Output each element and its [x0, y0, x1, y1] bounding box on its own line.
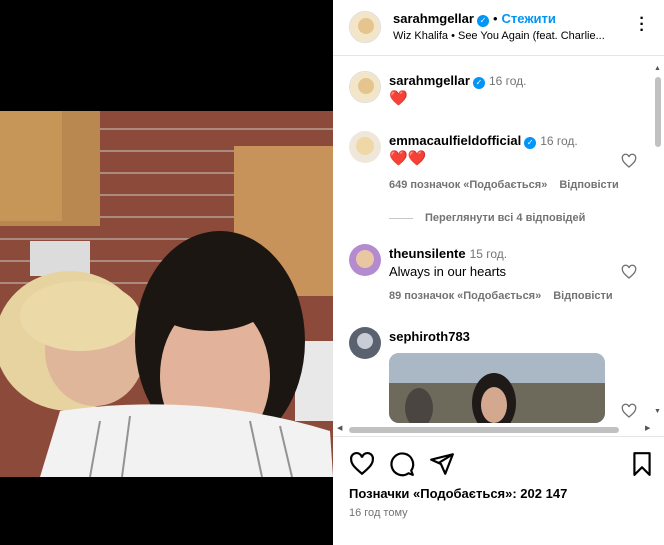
follow-button[interactable]: Стежити: [502, 11, 556, 26]
view-replies-button[interactable]: Переглянути всі 4 відповідей: [389, 212, 585, 224]
verified-icon: ✓: [524, 137, 537, 149]
comment-header: emmacaulfieldofficial ✓ 16 год.: [389, 133, 578, 149]
comment-icon[interactable]: [389, 451, 415, 477]
scroll-down-icon[interactable]: ▼: [654, 408, 661, 415]
comment-username[interactable]: theunsilente: [389, 246, 466, 261]
comment-text: ❤️: [389, 90, 408, 107]
more-icon[interactable]: · · ·: [637, 11, 647, 39]
post-header: sarahmgellar ✓ • Стежити Wiz Khalifa • See …: [333, 0, 664, 56]
comment-likes[interactable]: 649 позначок «Подобається»: [389, 179, 547, 191]
bookmark-icon[interactable]: [629, 451, 655, 477]
comment-header: theunsilente 15 год.: [389, 246, 507, 261]
comment-meta: 89 позначок «Подобається» Відповісти: [389, 290, 625, 302]
share-icon[interactable]: [429, 451, 455, 477]
comment-username[interactable]: sarahmgellar: [389, 73, 470, 88]
comment-text: ❤️❤️: [389, 150, 427, 167]
commenter-avatar[interactable]: [349, 71, 381, 103]
author-avatar[interactable]: [349, 11, 381, 43]
author-username[interactable]: sarahmgellar: [393, 11, 474, 26]
comment-header: sarahmgellar ✓ 16 год.: [389, 73, 526, 89]
comment-meta: 649 позначок «Подобається» Відповісти: [389, 179, 631, 191]
scroll-left-icon[interactable]: ◀: [337, 424, 342, 432]
author-line: sarahmgellar ✓ • Стежити: [393, 11, 556, 27]
music-label[interactable]: Wiz Khalifa • See You Again (feat. Charl…: [393, 30, 628, 42]
comment-gif-preview[interactable]: [389, 353, 605, 423]
horizontal-scrollbar[interactable]: ◀ ▶: [333, 425, 664, 435]
verified-icon: ✓: [476, 15, 489, 27]
reply-button[interactable]: Відповісти: [553, 290, 612, 302]
verified-icon: ✓: [472, 77, 485, 89]
scroll-thumb[interactable]: [655, 77, 661, 147]
likes-count[interactable]: Позначки «Подобається»: 202 147: [349, 486, 567, 501]
comment-username[interactable]: emmacaulfieldofficial: [389, 133, 521, 148]
comment-item: theunsilente 15 год. Always in our hearts…: [333, 244, 653, 314]
replies-divider: [389, 217, 413, 219]
comment-likes[interactable]: 89 позначок «Подобається»: [389, 290, 541, 302]
media-panel: [0, 0, 333, 545]
commenter-avatar[interactable]: [349, 244, 381, 276]
commenter-avatar[interactable]: [349, 327, 381, 359]
comments-list: sarahmgellar ✓ 16 год. ❤️ emmacaulfieldoff…: [333, 57, 664, 425]
like-heart-icon[interactable]: [621, 153, 637, 169]
reply-button[interactable]: Відповісти: [559, 179, 618, 191]
like-heart-icon[interactable]: [621, 403, 637, 419]
comment-header: sephiroth783: [389, 329, 470, 344]
post-actions: Позначки «Подобається»: 202 147 16 год т…: [333, 436, 664, 545]
dot-separator: •: [492, 11, 498, 26]
scroll-right-icon[interactable]: ▶: [645, 424, 650, 432]
instagram-post-view: sarahmgellar ✓ • Стежити Wiz Khalifa • See …: [0, 0, 664, 545]
post-side-panel: sarahmgellar ✓ • Стежити Wiz Khalifa • See …: [333, 0, 664, 545]
comment-time[interactable]: 15 год.: [470, 247, 508, 261]
like-heart-icon[interactable]: [621, 264, 637, 280]
comments-scrollbar[interactable]: ▲ ▼: [653, 65, 663, 415]
post-photo[interactable]: [0, 111, 333, 477]
comment-text: Always in our hearts: [389, 264, 507, 279]
commenter-avatar[interactable]: [349, 131, 381, 163]
comment-item: sephiroth783: [333, 327, 653, 425]
post-time[interactable]: 16 год тому: [349, 507, 408, 519]
comment-time[interactable]: 16 год.: [489, 74, 527, 88]
comment-time[interactable]: 16 год.: [540, 134, 578, 148]
scroll-up-icon[interactable]: ▲: [654, 65, 661, 72]
horizontal-scroll-thumb[interactable]: [349, 427, 619, 433]
heart-icon[interactable]: [349, 451, 375, 477]
comment-username[interactable]: sephiroth783: [389, 329, 470, 344]
view-replies-label: Переглянути всі 4 відповідей: [425, 212, 586, 224]
caption-item: sarahmgellar ✓ 16 год. ❤️: [333, 71, 653, 111]
